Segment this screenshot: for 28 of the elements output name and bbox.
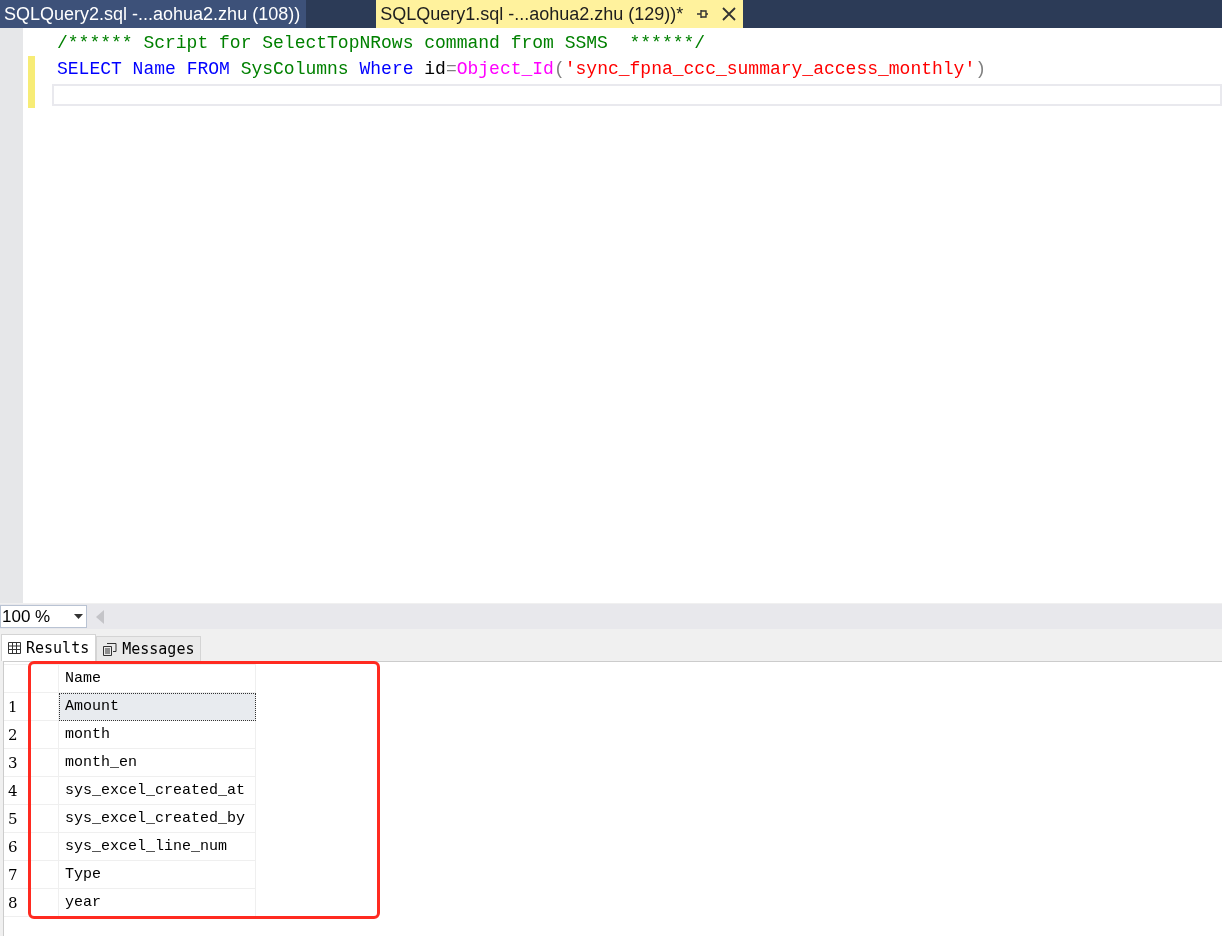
column-header[interactable]: Name bbox=[58, 664, 256, 693]
table-cell[interactable]: sys_excel_line_num bbox=[58, 832, 256, 861]
caret-icon bbox=[74, 614, 83, 619]
table-cell[interactable]: Amount bbox=[58, 692, 256, 721]
row-number: 4 bbox=[4, 776, 59, 805]
row-number: 1 bbox=[4, 692, 59, 721]
table-cell[interactable]: sys_excel_created_at bbox=[58, 776, 256, 805]
pin-icon[interactable] bbox=[695, 7, 710, 21]
table-cell[interactable]: month bbox=[58, 720, 256, 749]
table-cell[interactable]: sys_excel_created_by bbox=[58, 804, 256, 833]
close-icon[interactable] bbox=[721, 6, 738, 22]
row-number: 5 bbox=[4, 804, 59, 833]
table-cell[interactable]: Type bbox=[58, 860, 256, 889]
grid-icon bbox=[8, 642, 21, 654]
code-line: SELECT Name FROM SysColumns Where id=Object_Id('sync_fpna_ccc_summary_access_monthly') bbox=[57, 59, 986, 79]
row-number: 2 bbox=[4, 720, 59, 749]
table-cell[interactable]: month_en bbox=[58, 748, 256, 777]
row-number: 3 bbox=[4, 748, 59, 777]
row-number: 7 bbox=[4, 860, 59, 889]
document-tab[interactable]: SQLQuery2.sql -...aohua2.zhu (108)) bbox=[0, 0, 307, 28]
row-number: 6 bbox=[4, 832, 59, 861]
document-icon bbox=[103, 642, 118, 656]
zoom-dropdown[interactable]: 100 % bbox=[0, 605, 87, 628]
code-line: /****** Script for SelectTopNRows command from SSMS ******/ bbox=[57, 33, 706, 53]
results-tab[interactable]: Messages bbox=[96, 636, 202, 661]
row-number: 8 bbox=[4, 888, 59, 917]
results-tab[interactable]: Results bbox=[1, 634, 97, 661]
document-tab[interactable]: SQLQuery1.sql -...aohua2.zhu (129))* bbox=[376, 0, 744, 28]
